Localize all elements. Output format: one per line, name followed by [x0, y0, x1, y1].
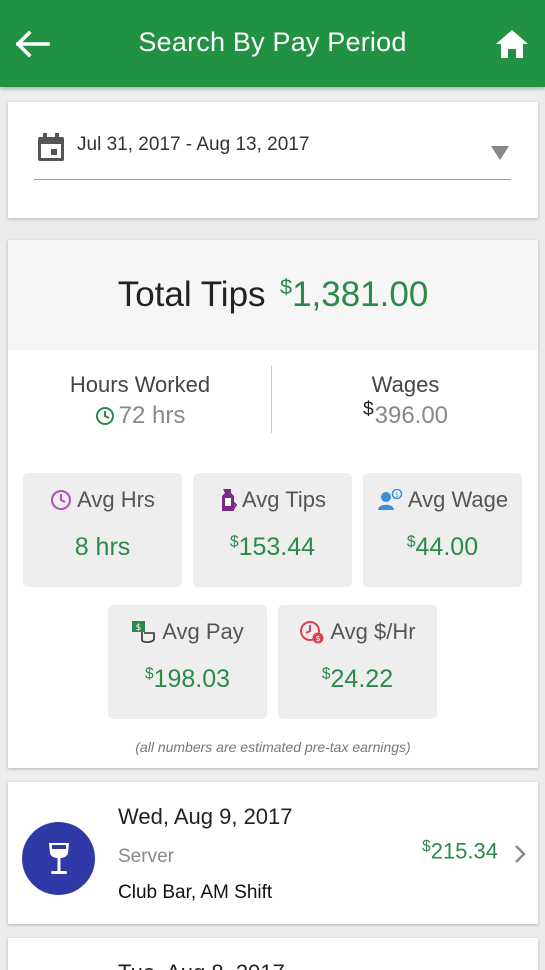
app-bar: Search By Pay Period [0, 0, 545, 87]
avg-pay-tile: $ Avg Pay $198.03 [108, 605, 267, 719]
worker-wage-icon: $ [377, 489, 403, 510]
clock-money-icon: $ [300, 621, 324, 644]
chevron-right-icon [515, 845, 526, 863]
hours-worked-amount: 72 hrs [118, 402, 186, 429]
total-tips-value: $1,381.00 [280, 274, 429, 314]
avg-per-hour-value: 24.22 [330, 665, 394, 693]
shift-amount-value: 215.34 [430, 838, 498, 864]
avg-tips-value: 153.44 [238, 533, 316, 561]
currency-symbol: $ [229, 533, 239, 551]
cash-hand-icon: $ [132, 621, 156, 643]
page-title: Search By Pay Period [138, 27, 407, 57]
hours-worked-stat: Hours Worked 72 hrs [8, 372, 272, 430]
wages-label: Wages [371, 372, 440, 397]
shift-list-item[interactable]: Tue, Aug 8, 2017 [8, 938, 538, 970]
shift-place: Club Bar, AM Shift [118, 882, 273, 903]
total-tips-row: Total Tips $1,381.00 [8, 274, 538, 315]
currency-symbol: $ [422, 838, 431, 855]
currency-symbol: $ [144, 665, 154, 683]
shift-avatar [22, 822, 95, 895]
hours-worked-value: 72 hrs [8, 402, 272, 430]
wages-value: $396.00 [273, 399, 538, 430]
wages-amount: 396.00 [374, 402, 449, 429]
currency-symbol: $ [406, 533, 416, 551]
currency-symbol: $ [321, 665, 331, 683]
avg-hrs-value: 8 hrs [74, 533, 131, 561]
wages-stat: Wages $396.00 [273, 372, 538, 430]
svg-text:$: $ [136, 623, 142, 633]
total-tips-band: Total Tips $1,381.00 [8, 240, 538, 350]
svg-text:$: $ [316, 634, 321, 643]
avg-wage-label: Avg Wage [407, 487, 509, 512]
avg-per-hour-tile: $ Avg $/Hr $24.22 [278, 605, 437, 719]
clock-icon [51, 490, 72, 510]
currency-symbol: $ [362, 399, 374, 420]
avg-tips-tile: Avg Tips $153.44 [193, 473, 352, 587]
pay-period-card: Jul 31, 2017 - Aug 13, 2017 [8, 102, 538, 218]
currency-symbol: $ [280, 274, 293, 299]
calendar-icon [38, 133, 64, 161]
avg-wage-tile: $ Avg Wage $44.00 [363, 473, 522, 587]
avg-tips-label: Avg Tips [242, 487, 326, 512]
avg-pay-value: 198.03 [153, 665, 231, 693]
pay-period-value: Jul 31, 2017 - Aug 13, 2017 [77, 134, 310, 155]
summary-card: Total Tips $1,381.00 Hours Worked 72 hrs… [8, 240, 538, 768]
estimate-note: (all numbers are estimated pre-tax earni… [135, 739, 411, 755]
stat-divider [271, 366, 272, 433]
dropdown-caret-icon [491, 146, 509, 160]
home-button[interactable] [492, 24, 532, 64]
total-tips-amount: 1,381.00 [292, 274, 429, 314]
shift-list-item[interactable]: Wed, Aug 9, 2017 Server Club Bar, AM Shi… [8, 782, 538, 924]
pay-period-dropdown[interactable]: Jul 31, 2017 - Aug 13, 2017 [34, 128, 511, 180]
avg-wage-value: 44.00 [415, 533, 479, 561]
shift-date: Wed, Aug 9, 2017 [118, 804, 293, 829]
avg-hrs-tile: Avg Hrs 8 hrs [23, 473, 182, 587]
shift-amount: $215.34 [422, 838, 498, 865]
svg-text:$: $ [395, 491, 399, 499]
shift-date: Tue, Aug 8, 2017 [118, 960, 285, 970]
hours-worked-label: Hours Worked [69, 372, 211, 397]
tip-jar-icon [222, 489, 237, 511]
avg-per-hour-label: Avg $/Hr [330, 619, 416, 644]
home-icon [496, 30, 528, 58]
total-tips-label: Total Tips [117, 274, 266, 314]
avg-pay-label: Avg Pay [162, 619, 244, 644]
clock-icon [95, 407, 114, 425]
avg-hrs-label: Avg Hrs [77, 487, 155, 512]
shift-role: Server [118, 846, 174, 867]
wine-glass-icon [48, 842, 69, 874]
